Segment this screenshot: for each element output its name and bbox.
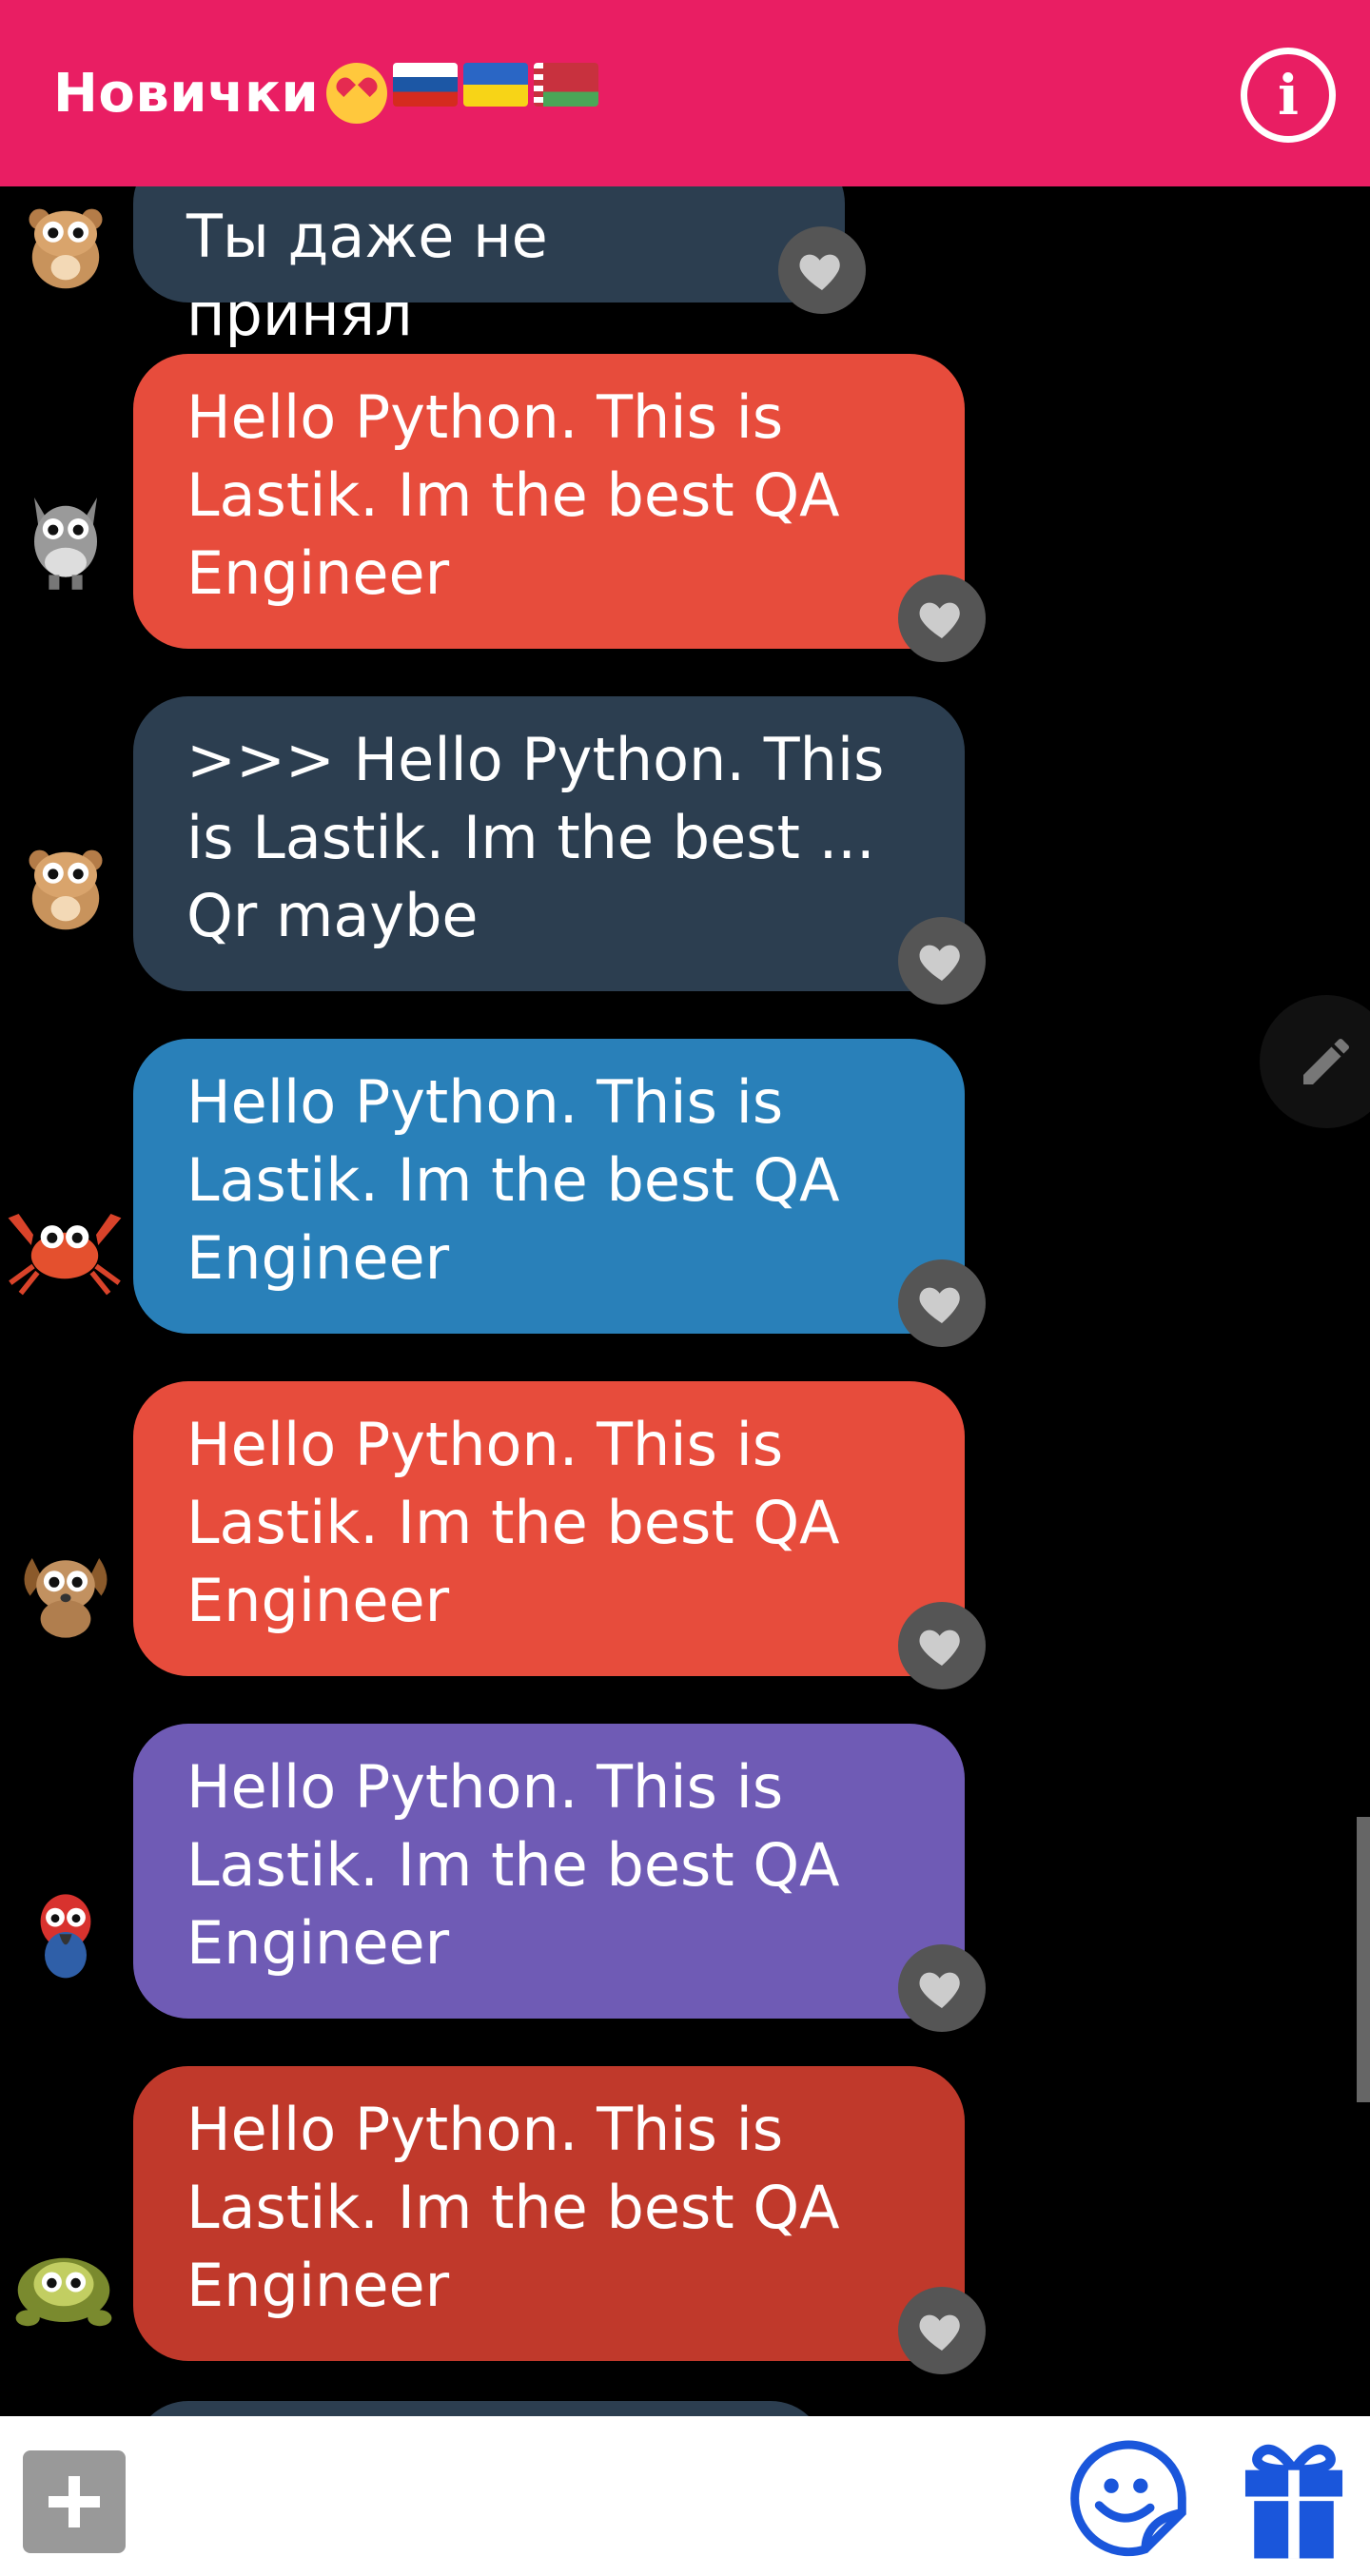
crab-avatar-icon[interactable]	[0, 1193, 129, 1298]
info-button[interactable]: i	[1241, 48, 1336, 143]
message-bubble[interactable]: Hello Python. This is Lastik. Im the bes…	[133, 1381, 965, 1676]
gift-button[interactable]	[1239, 2439, 1349, 2561]
message-bubble[interactable]: Hello Python. This is Lastik. Im the bes…	[133, 1724, 965, 2019]
heart-icon	[919, 2314, 960, 2351]
message-bubble[interactable]: Ты даже не принял	[133, 186, 845, 349]
turtle-avatar-icon[interactable]	[4, 2230, 124, 2334]
dog-avatar-icon[interactable]	[13, 1537, 118, 1642]
ukraine-flag-icon	[463, 63, 529, 107]
heart-icon	[919, 1972, 960, 2008]
title-emojis	[326, 63, 599, 124]
message-text: Hello Python. This is Lastik. Im the bes…	[186, 382, 840, 608]
message-text: Hello Python. This is Lastik. Im the bes…	[186, 2095, 840, 2320]
belarus-flag-icon	[534, 63, 599, 107]
heart-icon	[919, 1630, 960, 1666]
sticker-button[interactable]	[1067, 2437, 1189, 2559]
message-text: >>> Hello Python. This is Lastik. Im the…	[186, 725, 885, 950]
chat-header: Новички i	[0, 0, 1370, 186]
bottom-bar	[0, 2416, 1370, 2576]
like-button[interactable]	[898, 1602, 986, 1689]
message-text: Ты даже не принял	[186, 202, 548, 349]
add-attachment-button[interactable]	[23, 2450, 126, 2553]
message-bubble[interactable]: Hello Python. This is Lastik. Im the bes…	[133, 1039, 965, 1334]
like-button[interactable]	[898, 575, 986, 662]
hamster-avatar-icon[interactable]	[13, 833, 118, 938]
info-icon: i	[1277, 63, 1300, 127]
pencil-icon	[1303, 1038, 1350, 1084]
like-button[interactable]	[898, 917, 986, 1005]
plus-icon	[49, 2476, 100, 2527]
like-button[interactable]	[898, 1259, 986, 1347]
scrollbar[interactable]	[1357, 1817, 1370, 2102]
hamster-avatar-icon[interactable]	[13, 192, 118, 297]
message-bubble[interactable]: >>> Hello Python. This is Lastik. Im the…	[133, 696, 965, 991]
russia-flag-icon	[393, 63, 459, 107]
chat-title: Новички	[53, 62, 320, 125]
like-button[interactable]	[898, 2287, 986, 2374]
message-bubble[interactable]	[133, 2401, 826, 2416]
donkey-avatar-icon[interactable]	[13, 487, 118, 592]
heart-icon	[919, 1287, 960, 1323]
like-button[interactable]	[778, 226, 866, 314]
message-text: Hello Python. This is Lastik. Im the bes…	[186, 1410, 840, 1635]
message-bubble[interactable]: Hello Python. This is Lastik. Im the bes…	[133, 354, 965, 649]
message-text: Hello Python. This is Lastik. Im the bes…	[186, 1067, 840, 1293]
heart-eyes-emoji-icon	[326, 63, 388, 124]
message-list[interactable]: Ты даже не принял Hello Python. This is …	[0, 186, 1370, 2416]
heart-icon	[799, 254, 840, 290]
message-bubble[interactable]: Hello Python. This is Lastik. Im the bes…	[133, 2066, 965, 2361]
like-button[interactable]	[898, 1944, 986, 2032]
parrot-avatar-icon[interactable]	[13, 1880, 118, 1984]
message-text: Hello Python. This is Lastik. Im the bes…	[186, 1752, 840, 1978]
heart-icon	[919, 945, 960, 981]
heart-icon	[919, 602, 960, 638]
